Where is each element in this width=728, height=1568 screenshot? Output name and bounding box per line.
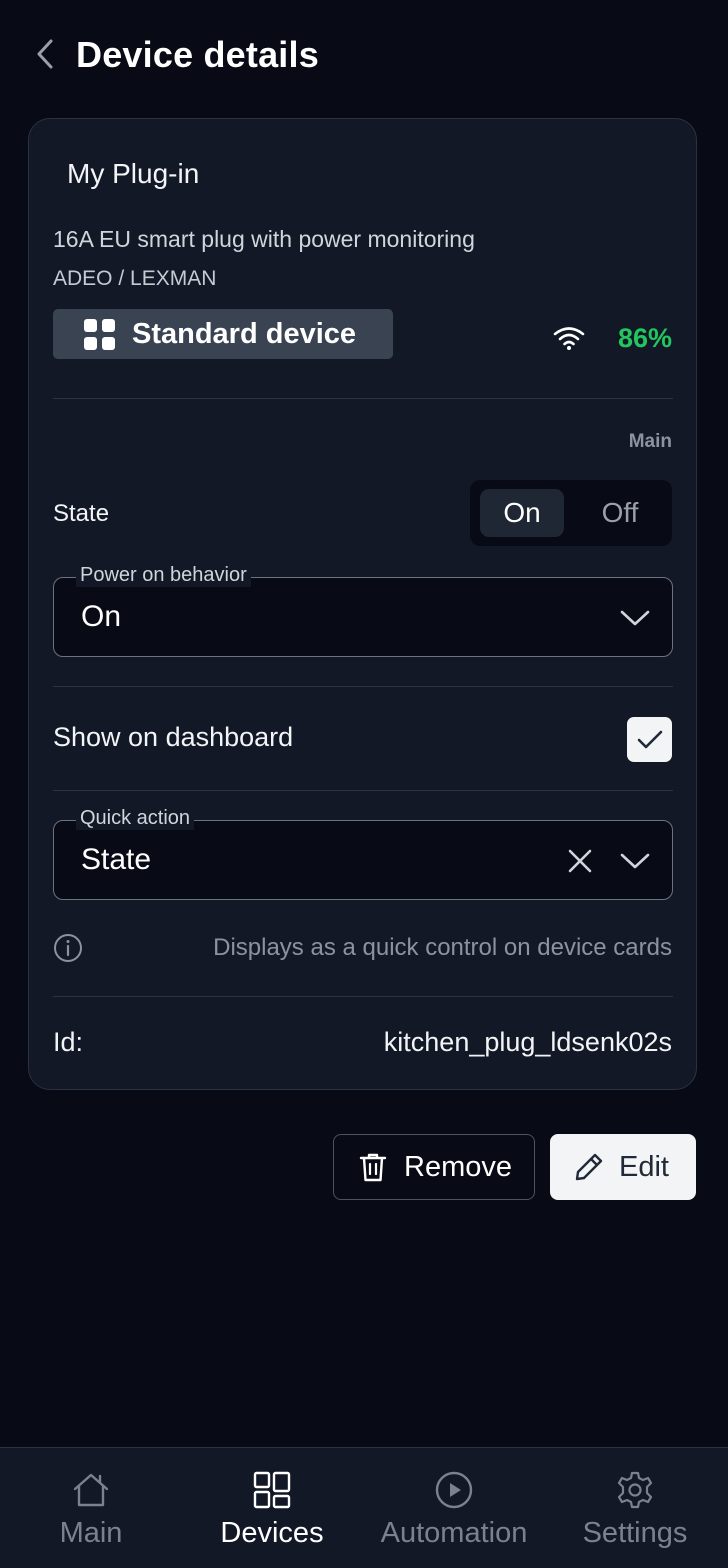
- nav-label-settings: Settings: [582, 1517, 688, 1549]
- state-label: State: [53, 500, 110, 527]
- quick-action-select[interactable]: Quick action State: [53, 806, 673, 900]
- divider: [53, 790, 673, 791]
- quick-action-value: State: [81, 843, 152, 876]
- quick-action-hint: Displays as a quick control on device ca…: [213, 934, 672, 961]
- chevron-down-icon[interactable]: [620, 851, 650, 871]
- remove-button-label: Remove: [404, 1150, 512, 1183]
- gear-icon: [617, 1471, 653, 1509]
- back-button[interactable]: [30, 36, 60, 72]
- id-label: Id:: [53, 1027, 84, 1057]
- pencil-icon: [575, 1153, 603, 1181]
- state-toggle: On Off: [470, 480, 672, 546]
- home-icon: [73, 1473, 109, 1507]
- chevron-left-icon: [37, 39, 53, 69]
- device-name: My Plug-in: [67, 158, 200, 189]
- remove-button[interactable]: Remove: [333, 1134, 535, 1200]
- device-type-label: Standard device: [132, 317, 357, 350]
- device-type-badge: Standard device: [53, 309, 393, 359]
- device-card: My Plug-in 16A EU smart plug with power …: [28, 118, 697, 1090]
- close-icon[interactable]: [566, 847, 594, 875]
- nav-item-main[interactable]: Main: [48, 1448, 134, 1568]
- check-icon: [637, 730, 662, 748]
- divider: [53, 996, 673, 997]
- divider: [53, 686, 673, 687]
- power-on-behavior-legend: Power on behavior: [76, 563, 251, 587]
- section-label-main: Main: [628, 431, 672, 452]
- device-description: 16A EU smart plug with power monitoring: [53, 226, 475, 252]
- device-vendor: ADEO / LEXMAN: [53, 267, 217, 290]
- bottom-nav: Main Devices Automation Settings: [0, 1447, 728, 1568]
- grid-icon: [84, 318, 115, 350]
- trash-icon: [359, 1153, 387, 1182]
- nav-label-main: Main: [59, 1517, 123, 1549]
- header: Device details: [0, 0, 728, 110]
- page-title: Device details: [76, 34, 319, 75]
- quick-action-legend: Quick action: [76, 806, 195, 830]
- nav-label-automation: Automation: [380, 1517, 528, 1549]
- nav-item-automation[interactable]: Automation: [376, 1448, 532, 1568]
- power-on-behavior-value: On: [81, 600, 122, 633]
- power-on-behavior-select[interactable]: Power on behavior On: [53, 563, 673, 657]
- nav-label-devices: Devices: [220, 1517, 324, 1549]
- state-on-button[interactable]: On: [480, 489, 564, 537]
- nav-item-settings[interactable]: Settings: [578, 1448, 692, 1568]
- id-value: kitchen_plug_ldsenk02s: [383, 1027, 672, 1057]
- chevron-down-icon[interactable]: [620, 608, 650, 628]
- edit-button-label: Edit: [619, 1150, 669, 1183]
- play-circle-icon: [435, 1471, 473, 1509]
- wifi-icon: [553, 327, 585, 350]
- show-on-dashboard-checkbox[interactable]: [627, 717, 672, 762]
- edit-button[interactable]: Edit: [550, 1134, 696, 1200]
- devices-grid-icon: [253, 1471, 291, 1509]
- info-icon: [54, 934, 82, 962]
- state-off-button[interactable]: Off: [578, 489, 662, 537]
- divider: [53, 398, 673, 399]
- signal-strength: 86%: [617, 323, 672, 353]
- show-on-dashboard-label: Show on dashboard: [53, 722, 294, 752]
- nav-item-devices[interactable]: Devices: [212, 1448, 332, 1568]
